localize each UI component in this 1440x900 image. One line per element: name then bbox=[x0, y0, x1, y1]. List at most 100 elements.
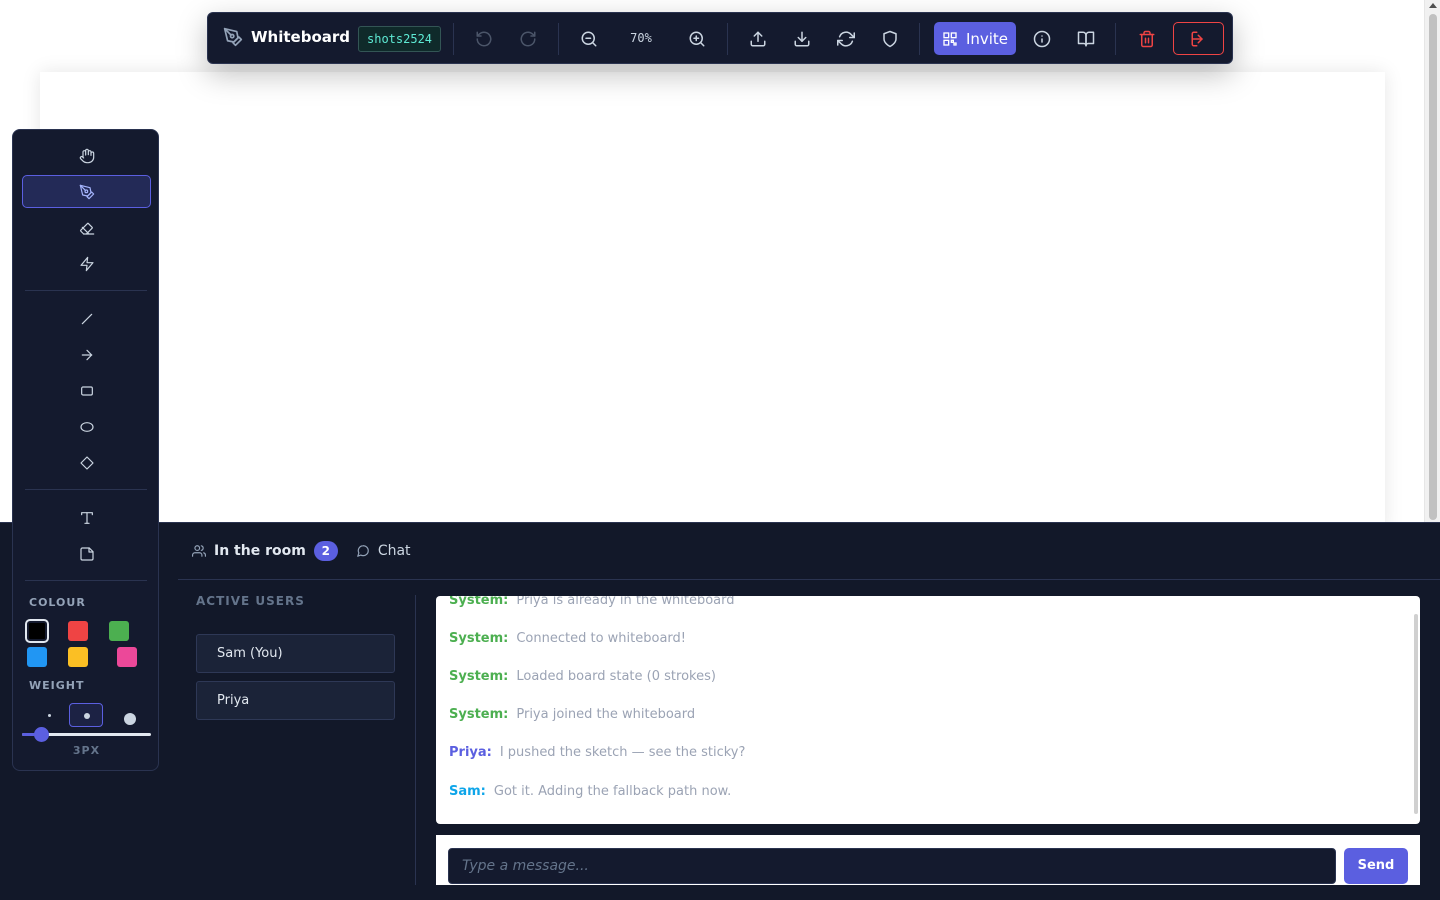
message-text: Priya joined the whiteboard bbox=[516, 707, 696, 722]
tab-divider bbox=[178, 579, 1440, 580]
pen-logo-icon bbox=[223, 27, 243, 47]
app-title: Whiteboard bbox=[251, 28, 351, 46]
tool-divider bbox=[25, 290, 147, 291]
redo-icon bbox=[520, 31, 536, 47]
colour-swatch-black[interactable] bbox=[25, 619, 49, 643]
chat-composer: Send bbox=[436, 835, 1420, 885]
bottom-panel: In the room 2 Chat ACTIVE USERS Sam (You… bbox=[0, 522, 1440, 900]
active-users-title: ACTIVE USERS bbox=[196, 594, 305, 608]
message-text: Loaded board state (0 strokes) bbox=[516, 669, 716, 684]
message-author: System: bbox=[449, 631, 509, 646]
chat-log[interactable]: System: Priya is already in the whiteboar… bbox=[436, 596, 1420, 824]
scroll-up-arrow[interactable] bbox=[1429, 3, 1437, 8]
rectangle-icon bbox=[80, 385, 93, 396]
chat-message: System: Loaded board state (0 strokes) bbox=[449, 669, 716, 684]
colour-swatch-green[interactable] bbox=[109, 621, 129, 641]
invite-button[interactable]: Invite bbox=[934, 22, 1016, 55]
zoom-in-button[interactable] bbox=[685, 27, 709, 51]
diamond-tool-button[interactable] bbox=[22, 446, 151, 479]
weight-value: 3PX bbox=[72, 744, 101, 757]
shield-button[interactable] bbox=[878, 27, 902, 51]
message-author: System: bbox=[449, 669, 509, 684]
chat-scrollbar[interactable] bbox=[1414, 614, 1418, 814]
message-input[interactable] bbox=[448, 848, 1336, 884]
upload-icon bbox=[750, 31, 766, 47]
weight-slider-thumb[interactable] bbox=[34, 727, 49, 742]
pen-icon bbox=[79, 184, 94, 199]
user-list-item: Priya bbox=[196, 681, 395, 720]
toolbar-divider bbox=[919, 23, 920, 55]
tab-room-label: In the room bbox=[214, 543, 306, 559]
chat-message: Sam: Got it. Adding the fallback path now… bbox=[449, 784, 731, 799]
room-count-badge: 2 bbox=[313, 541, 338, 561]
tool-panel: COLOUR WEIGHT 3PX bbox=[12, 129, 159, 771]
tab-in-the-room[interactable]: In the room 2 bbox=[192, 541, 338, 561]
pen-tool-button[interactable] bbox=[22, 175, 151, 208]
clear-board-button[interactable] bbox=[1135, 27, 1159, 51]
toolbar-divider bbox=[727, 23, 728, 55]
redo-button[interactable] bbox=[516, 27, 540, 51]
sticky-note-icon bbox=[79, 546, 94, 561]
shield-icon bbox=[883, 30, 897, 48]
line-tool-button[interactable] bbox=[22, 302, 151, 335]
message-author: System: bbox=[449, 707, 509, 722]
book-icon bbox=[1077, 31, 1095, 47]
ellipse-tool-button[interactable] bbox=[22, 410, 151, 443]
colour-swatch-blue[interactable] bbox=[27, 647, 47, 667]
hand-tool-button[interactable] bbox=[22, 139, 151, 172]
toolbar-divider bbox=[453, 23, 454, 55]
message-author: System: bbox=[449, 596, 509, 608]
eraser-icon bbox=[79, 222, 94, 235]
colour-swatch-red[interactable] bbox=[68, 621, 88, 641]
info-icon bbox=[1033, 30, 1051, 48]
guide-button[interactable] bbox=[1074, 27, 1098, 51]
leave-room-button[interactable] bbox=[1173, 22, 1224, 55]
panel-divider bbox=[415, 595, 416, 885]
message-text: Priya is already in the whiteboard bbox=[516, 596, 735, 608]
download-button[interactable] bbox=[790, 27, 814, 51]
room-code-badge[interactable]: shots2524 bbox=[358, 26, 442, 52]
panel-tabs: In the room 2 Chat bbox=[192, 541, 411, 561]
message-author: Priya: bbox=[449, 745, 492, 760]
tool-divider bbox=[25, 489, 147, 490]
weight-option-thick[interactable] bbox=[124, 713, 136, 725]
chat-message: System: Connected to whiteboard! bbox=[449, 631, 686, 646]
diamond-icon bbox=[79, 455, 94, 470]
sticky-note-tool-button[interactable] bbox=[22, 537, 151, 570]
rectangle-tool-button[interactable] bbox=[22, 374, 151, 407]
user-list-item: Sam (You) bbox=[196, 634, 395, 673]
users-icon bbox=[192, 545, 206, 557]
scrollbar-thumb[interactable] bbox=[1429, 14, 1437, 520]
weight-slider[interactable] bbox=[22, 727, 151, 742]
refresh-button[interactable] bbox=[834, 27, 858, 51]
logout-icon bbox=[1191, 31, 1203, 46]
message-text: Connected to whiteboard! bbox=[516, 631, 687, 646]
zoom-level[interactable]: 70% bbox=[620, 31, 662, 45]
lightning-icon bbox=[79, 256, 94, 271]
weight-option-thin[interactable] bbox=[48, 714, 51, 717]
eraser-tool-button[interactable] bbox=[22, 211, 151, 244]
send-button[interactable]: Send bbox=[1344, 848, 1408, 884]
zoom-in-icon bbox=[689, 31, 705, 47]
trash-icon bbox=[1139, 30, 1155, 48]
zoom-out-button[interactable] bbox=[577, 27, 601, 51]
arrow-tool-button[interactable] bbox=[22, 338, 151, 371]
chat-message: System: Priya joined the whiteboard bbox=[449, 707, 695, 722]
weight-dot bbox=[84, 713, 90, 719]
undo-button[interactable] bbox=[472, 27, 496, 51]
message-author: Sam: bbox=[449, 784, 486, 799]
weight-option-medium[interactable] bbox=[69, 703, 103, 727]
text-tool-button[interactable] bbox=[22, 501, 151, 534]
laser-tool-button[interactable] bbox=[22, 247, 151, 280]
upload-button[interactable] bbox=[746, 27, 770, 51]
tab-chat[interactable]: Chat bbox=[356, 543, 411, 559]
hand-icon bbox=[79, 148, 94, 163]
arrow-right-icon bbox=[81, 349, 92, 360]
whiteboard-canvas[interactable] bbox=[40, 72, 1385, 532]
info-button[interactable] bbox=[1030, 27, 1054, 51]
tool-divider bbox=[25, 580, 147, 581]
top-toolbar: Whiteboard shots2524 70% Invite bbox=[207, 12, 1233, 64]
zoom-out-icon bbox=[581, 31, 597, 47]
colour-swatch-yellow[interactable] bbox=[68, 647, 88, 667]
colour-swatch-pink[interactable] bbox=[117, 647, 137, 667]
